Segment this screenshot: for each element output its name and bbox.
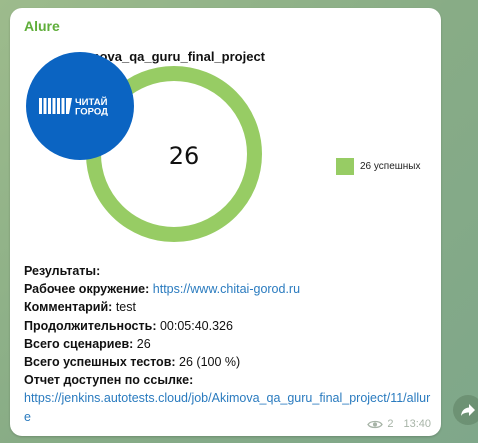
passed-value: 26 (100 %) [179,355,241,370]
donut-center-value: 26 [169,142,200,170]
forward-arrow-icon [461,404,475,416]
chart-title: mova_qa_guru_final_project [88,49,265,64]
legend-label-passed: 26 успешных [360,161,421,172]
message-text: Результаты: Рабочее окружение: https://w… [24,262,434,426]
comment-value: test [115,300,136,315]
env-line: Рабочее окружение: https://www.chitai-go… [24,280,434,298]
scenarios-label: Всего сценариев: [24,336,134,351]
legend-swatch-passed [336,158,354,175]
message-time: 13:40 [403,418,431,430]
message-bubble[interactable]: Alure mova_qa_guru_final_project 26 ЧИТА… [10,8,441,436]
logo-mark: ЧИТАЙ ГОРОД [39,96,108,117]
eye-icon [367,420,384,428]
env-link[interactable]: https://www.chitai-gorod.ru [153,282,300,296]
duration-label: Продолжительность: [24,318,157,333]
duration-line: Продолжительность: 00:05:40.326 [24,317,434,335]
comment-line: Комментарий: test [24,298,434,316]
chitai-gorod-logo: ЧИТАЙ ГОРОД [26,52,134,160]
passed-line: Всего успешных тестов: 26 (100 %) [24,353,434,371]
message-meta: 2 13:40 [367,418,431,430]
results-heading: Результаты: [24,264,101,278]
sender-name[interactable]: Alure [24,18,60,34]
passed-label: Всего успешных тестов: [24,355,176,370]
view-count: 2 [387,418,394,430]
chart-legend: 26 успешных [336,158,421,175]
comment-label: Комментарий: [24,300,113,315]
env-label: Рабочее окружение: [24,282,150,297]
scenarios-line: Всего сценариев: 26 [24,335,434,353]
allure-report-image[interactable]: mova_qa_guru_final_project 26 ЧИТАЙ ГОРО… [24,42,436,258]
report-label: Отчет доступен по ссылке: [24,373,194,388]
forward-button[interactable] [453,395,478,425]
duration-value: 00:05:40.326 [159,318,233,333]
svg-text:ГОРОД: ГОРОД [75,107,108,117]
scenarios-value: 26 [136,336,151,351]
